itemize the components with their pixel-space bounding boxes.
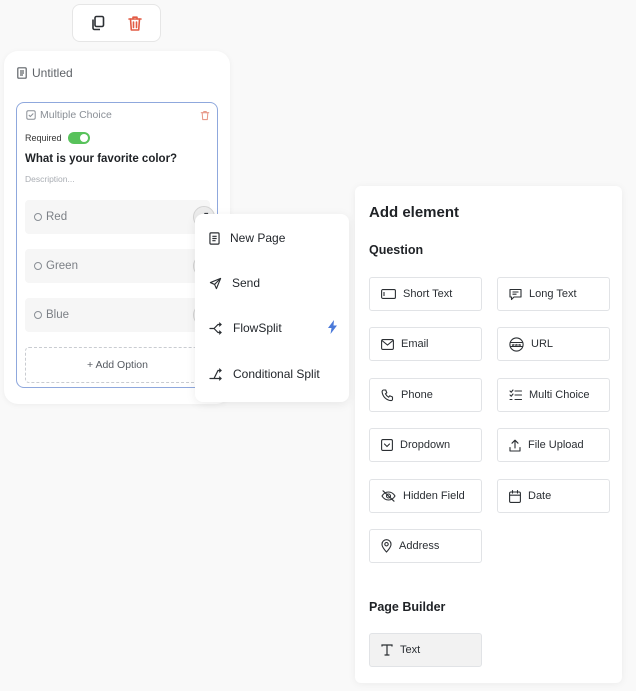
element-file-upload[interactable]: File Upload [497, 428, 610, 462]
dropdown-icon [381, 439, 393, 451]
phone-icon [381, 388, 394, 401]
url-icon [509, 336, 524, 352]
menu-item-label: Send [232, 276, 261, 290]
element-label: Dropdown [400, 439, 451, 451]
delete-button[interactable] [120, 8, 150, 38]
question-type: Multiple Choice [26, 109, 112, 121]
menu-item-send[interactable]: Send [209, 276, 260, 290]
add-option-button[interactable]: + Add Option [25, 347, 210, 383]
element-url[interactable]: URL [497, 327, 610, 361]
duplicate-button[interactable] [83, 8, 113, 38]
required-row: Required [25, 132, 90, 144]
radio-icon [34, 262, 42, 270]
add-element-panel: Add element Question Short Text Long Tex… [355, 186, 622, 683]
route-context-menu: New Page Send FlowSplit Conditional Spli… [195, 214, 349, 402]
page-icon [17, 67, 27, 79]
eye-off-icon [381, 490, 396, 502]
trash-icon [128, 15, 143, 31]
element-label: Text [400, 644, 421, 656]
lightning-icon [328, 320, 337, 334]
element-label: Short Text [403, 288, 453, 300]
conditional-split-icon [209, 367, 222, 381]
option-item[interactable]: Green [25, 249, 215, 283]
question-section-title: Question [369, 243, 424, 257]
page-icon [209, 231, 220, 245]
question-description[interactable]: Description... [25, 174, 75, 184]
question-delete-button[interactable] [200, 110, 210, 121]
radio-icon [34, 311, 42, 319]
text-icon [381, 644, 393, 656]
option-item[interactable]: Red [25, 200, 215, 234]
option-label: Red [46, 211, 68, 223]
checklist-icon [509, 389, 522, 401]
element-label: Long Text [529, 288, 577, 300]
element-date[interactable]: Date [497, 479, 610, 513]
element-label: Date [528, 490, 552, 502]
menu-item-label: FlowSplit [233, 321, 282, 335]
question-type-label: Multiple Choice [40, 109, 112, 121]
page-title[interactable]: Untitled [17, 66, 73, 80]
calendar-icon [509, 489, 521, 503]
menu-item-label: Conditional Split [233, 367, 320, 381]
menu-item-label: New Page [230, 231, 286, 245]
split-icon [209, 321, 222, 335]
page-builder-section-title: Page Builder [369, 600, 446, 614]
element-multi-choice[interactable]: Multi Choice [497, 378, 610, 412]
element-label: Multi Choice [529, 389, 590, 401]
option-item[interactable]: Blue [25, 298, 215, 332]
menu-item-flowsplit[interactable]: FlowSplit [209, 321, 282, 335]
question-block[interactable]: Multiple Choice Required What is your fa… [16, 102, 218, 388]
checkbox-icon [26, 110, 36, 120]
trash-icon [200, 111, 210, 121]
element-label: URL [531, 338, 554, 350]
option-label: Green [46, 260, 78, 272]
element-label: Phone [401, 389, 433, 401]
location-icon [381, 539, 392, 553]
element-label: Email [401, 338, 429, 350]
element-long-text[interactable]: Long Text [497, 277, 610, 311]
element-dropdown[interactable]: Dropdown [369, 428, 482, 462]
copy-icon [91, 15, 105, 31]
long-text-icon [509, 288, 522, 300]
required-label: Required [25, 133, 62, 143]
short-text-icon [381, 289, 396, 299]
menu-item-new-page[interactable]: New Page [209, 231, 285, 245]
menu-item-conditional-split[interactable]: Conditional Split [209, 367, 320, 381]
element-address[interactable]: Address [369, 529, 482, 563]
question-text[interactable]: What is your favorite color? [25, 153, 177, 165]
required-toggle[interactable] [67, 132, 90, 144]
element-hidden-field[interactable]: Hidden Field [369, 479, 482, 513]
send-icon [209, 277, 222, 289]
panel-title: Add element [369, 204, 460, 221]
element-label: File Upload [528, 439, 584, 451]
element-short-text[interactable]: Short Text [369, 277, 482, 311]
block-toolbar [72, 4, 161, 42]
element-text[interactable]: Text [369, 633, 482, 667]
email-icon [381, 338, 394, 350]
option-label: Blue [46, 309, 70, 321]
page-title-text: Untitled [32, 66, 73, 80]
radio-icon [34, 213, 42, 221]
upload-icon [509, 439, 521, 452]
element-email[interactable]: Email [369, 327, 482, 361]
element-label: Hidden Field [403, 490, 465, 502]
element-phone[interactable]: Phone [369, 378, 482, 412]
element-label: Address [399, 540, 440, 552]
